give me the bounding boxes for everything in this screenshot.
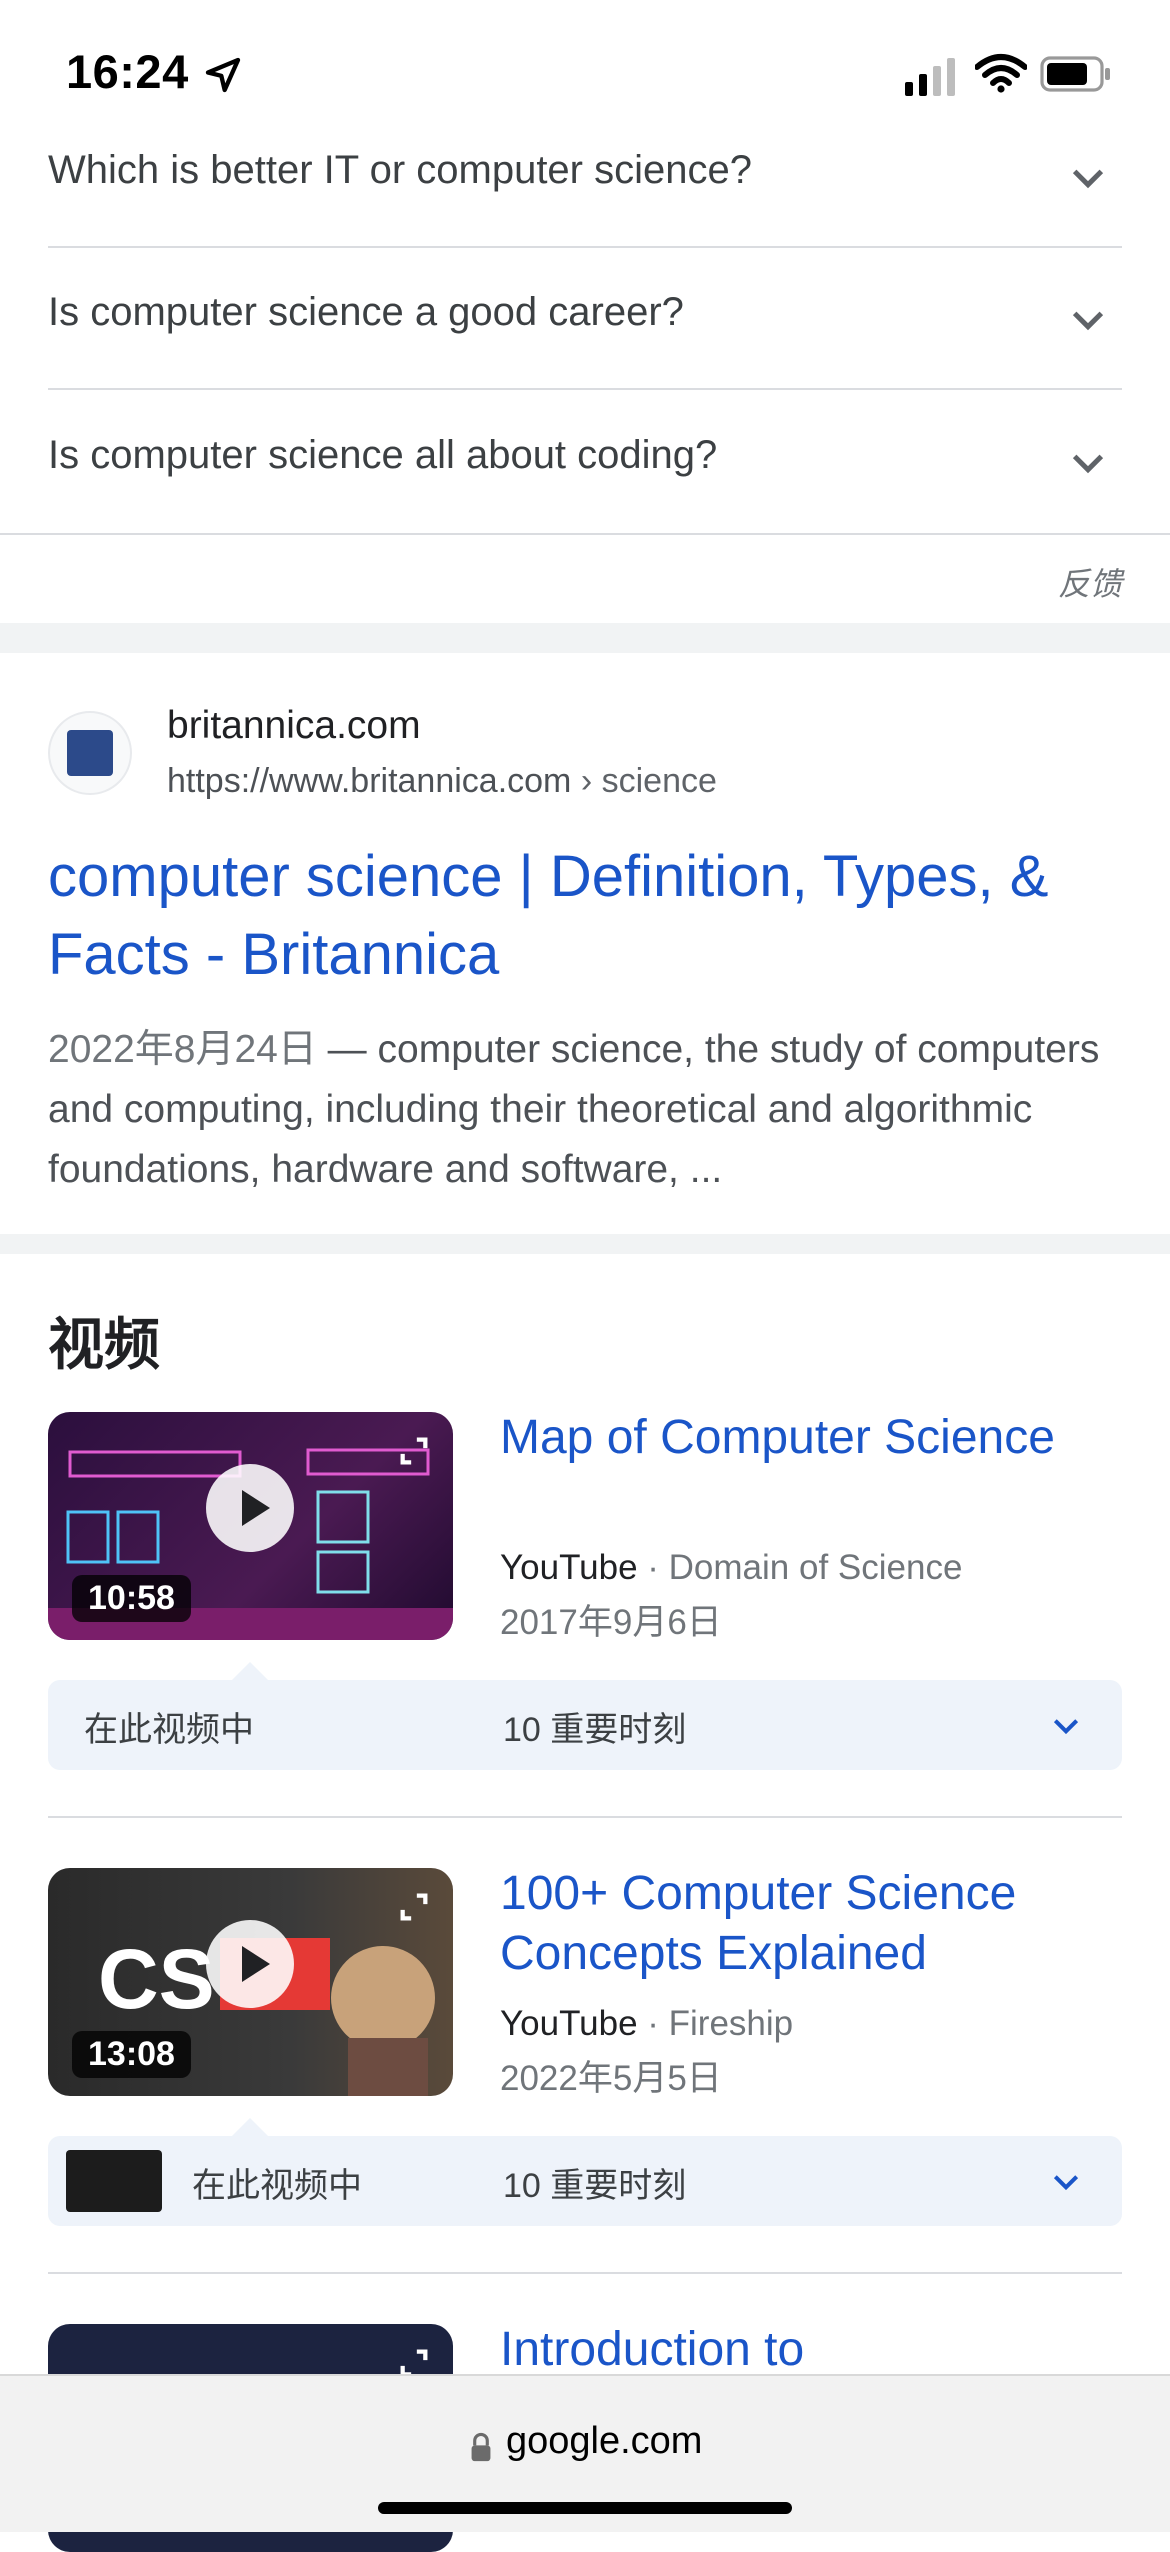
video-channel: · Fireship	[637, 2004, 794, 2043]
faq-item[interactable]: Is computer science a good career?	[48, 248, 1122, 390]
location-arrow-icon	[205, 57, 241, 93]
moments-label: 在此视频中	[84, 1711, 254, 1749]
result-breadcrumb: › science	[571, 762, 717, 800]
moments-pointer	[232, 2118, 268, 2136]
video-platform: YouTube	[500, 2004, 638, 2043]
video-duration: 10:58	[72, 1575, 191, 1622]
faq-item[interactable]: Is computer science all about coding?	[48, 391, 1122, 533]
feedback-row: 反馈	[0, 535, 1170, 623]
video-title-link[interactable]: 100+ Computer Science Concepts Explained	[500, 1864, 1120, 1984]
video-channel: · Domain of Science	[637, 1548, 963, 1587]
britannica-logo-icon	[67, 730, 113, 776]
key-moments-bar[interactable]: 在此视频中 10 重要时刻	[48, 1680, 1122, 1770]
result-url: https://www.britannica.com › science	[167, 762, 717, 801]
play-button-icon[interactable]	[206, 1920, 294, 2008]
video-title-link[interactable]: Introduction to	[500, 2320, 1120, 2380]
result-title-link[interactable]: computer science | Definition, Types, & …	[48, 838, 1128, 994]
address-domain[interactable]: google.com	[506, 2420, 702, 2463]
moment-thumbnail	[66, 2150, 162, 2212]
result-url-base: https://www.britannica.com	[167, 762, 572, 800]
video-platform: YouTube	[500, 1548, 638, 1587]
chevron-down-icon[interactable]	[1050, 1710, 1082, 1742]
faq-question: Is computer science all about coding?	[48, 433, 718, 477]
expand-icon[interactable]	[397, 1434, 431, 1468]
chevron-down-icon	[1072, 169, 1104, 189]
video-source: YouTube · Domain of Science	[500, 1548, 962, 1588]
video-title-link[interactable]: Map of Computer Science	[500, 1408, 1120, 1468]
expand-icon[interactable]	[397, 1890, 431, 1924]
divider	[48, 1816, 1122, 1818]
divider	[48, 2272, 1122, 2274]
home-indicator[interactable]	[378, 2502, 792, 2514]
video-date: 2017年9月6日	[500, 1603, 722, 1642]
browser-address-bar[interactable]: google.com	[0, 2374, 1170, 2532]
wifi-icon	[975, 54, 1027, 93]
moments-label: 在此视频中	[192, 2167, 362, 2205]
moments-pointer	[232, 1662, 268, 1680]
battery-icon	[1040, 56, 1110, 92]
key-moments-bar[interactable]: 在此视频中 10 重要时刻	[48, 2136, 1122, 2226]
feedback-link[interactable]: 反馈	[1058, 559, 1122, 605]
cellular-signal-icon	[905, 58, 955, 96]
section-gap	[0, 623, 1170, 653]
moments-count: 10 重要时刻	[503, 1711, 687, 1749]
play-button-icon[interactable]	[206, 1464, 294, 1552]
lock-icon	[471, 2432, 491, 2462]
moments-count: 10 重要时刻	[503, 2167, 687, 2205]
video-thumbnail[interactable]: 10:58	[48, 1412, 453, 1640]
faq-item[interactable]: Which is better IT or computer science?	[48, 106, 1122, 248]
videos-heading: 视频	[48, 1313, 160, 1376]
video-source: YouTube · Fireship	[500, 2004, 793, 2044]
video-duration: 13:08	[72, 2031, 191, 2078]
result-snippet: 2022年8月24日 — computer science, the study…	[48, 1020, 1128, 1200]
faq-question: Is computer science a good career?	[48, 290, 684, 334]
site-favicon	[48, 711, 132, 795]
status-time: 16:24	[66, 45, 189, 98]
svg-text:CS: CS	[98, 1932, 215, 2026]
result-date: 2022年8月24日	[48, 1028, 317, 1071]
section-gap	[0, 1234, 1170, 1254]
chevron-down-icon	[1072, 311, 1104, 331]
video-date: 2022年5月5日	[500, 2059, 722, 2098]
faq-question: Which is better IT or computer science?	[48, 148, 752, 192]
result-site-name: britannica.com	[167, 704, 421, 747]
chevron-down-icon	[1072, 454, 1104, 474]
chevron-down-icon[interactable]	[1050, 2166, 1082, 2198]
video-thumbnail[interactable]: CS 13:08	[48, 1868, 453, 2096]
